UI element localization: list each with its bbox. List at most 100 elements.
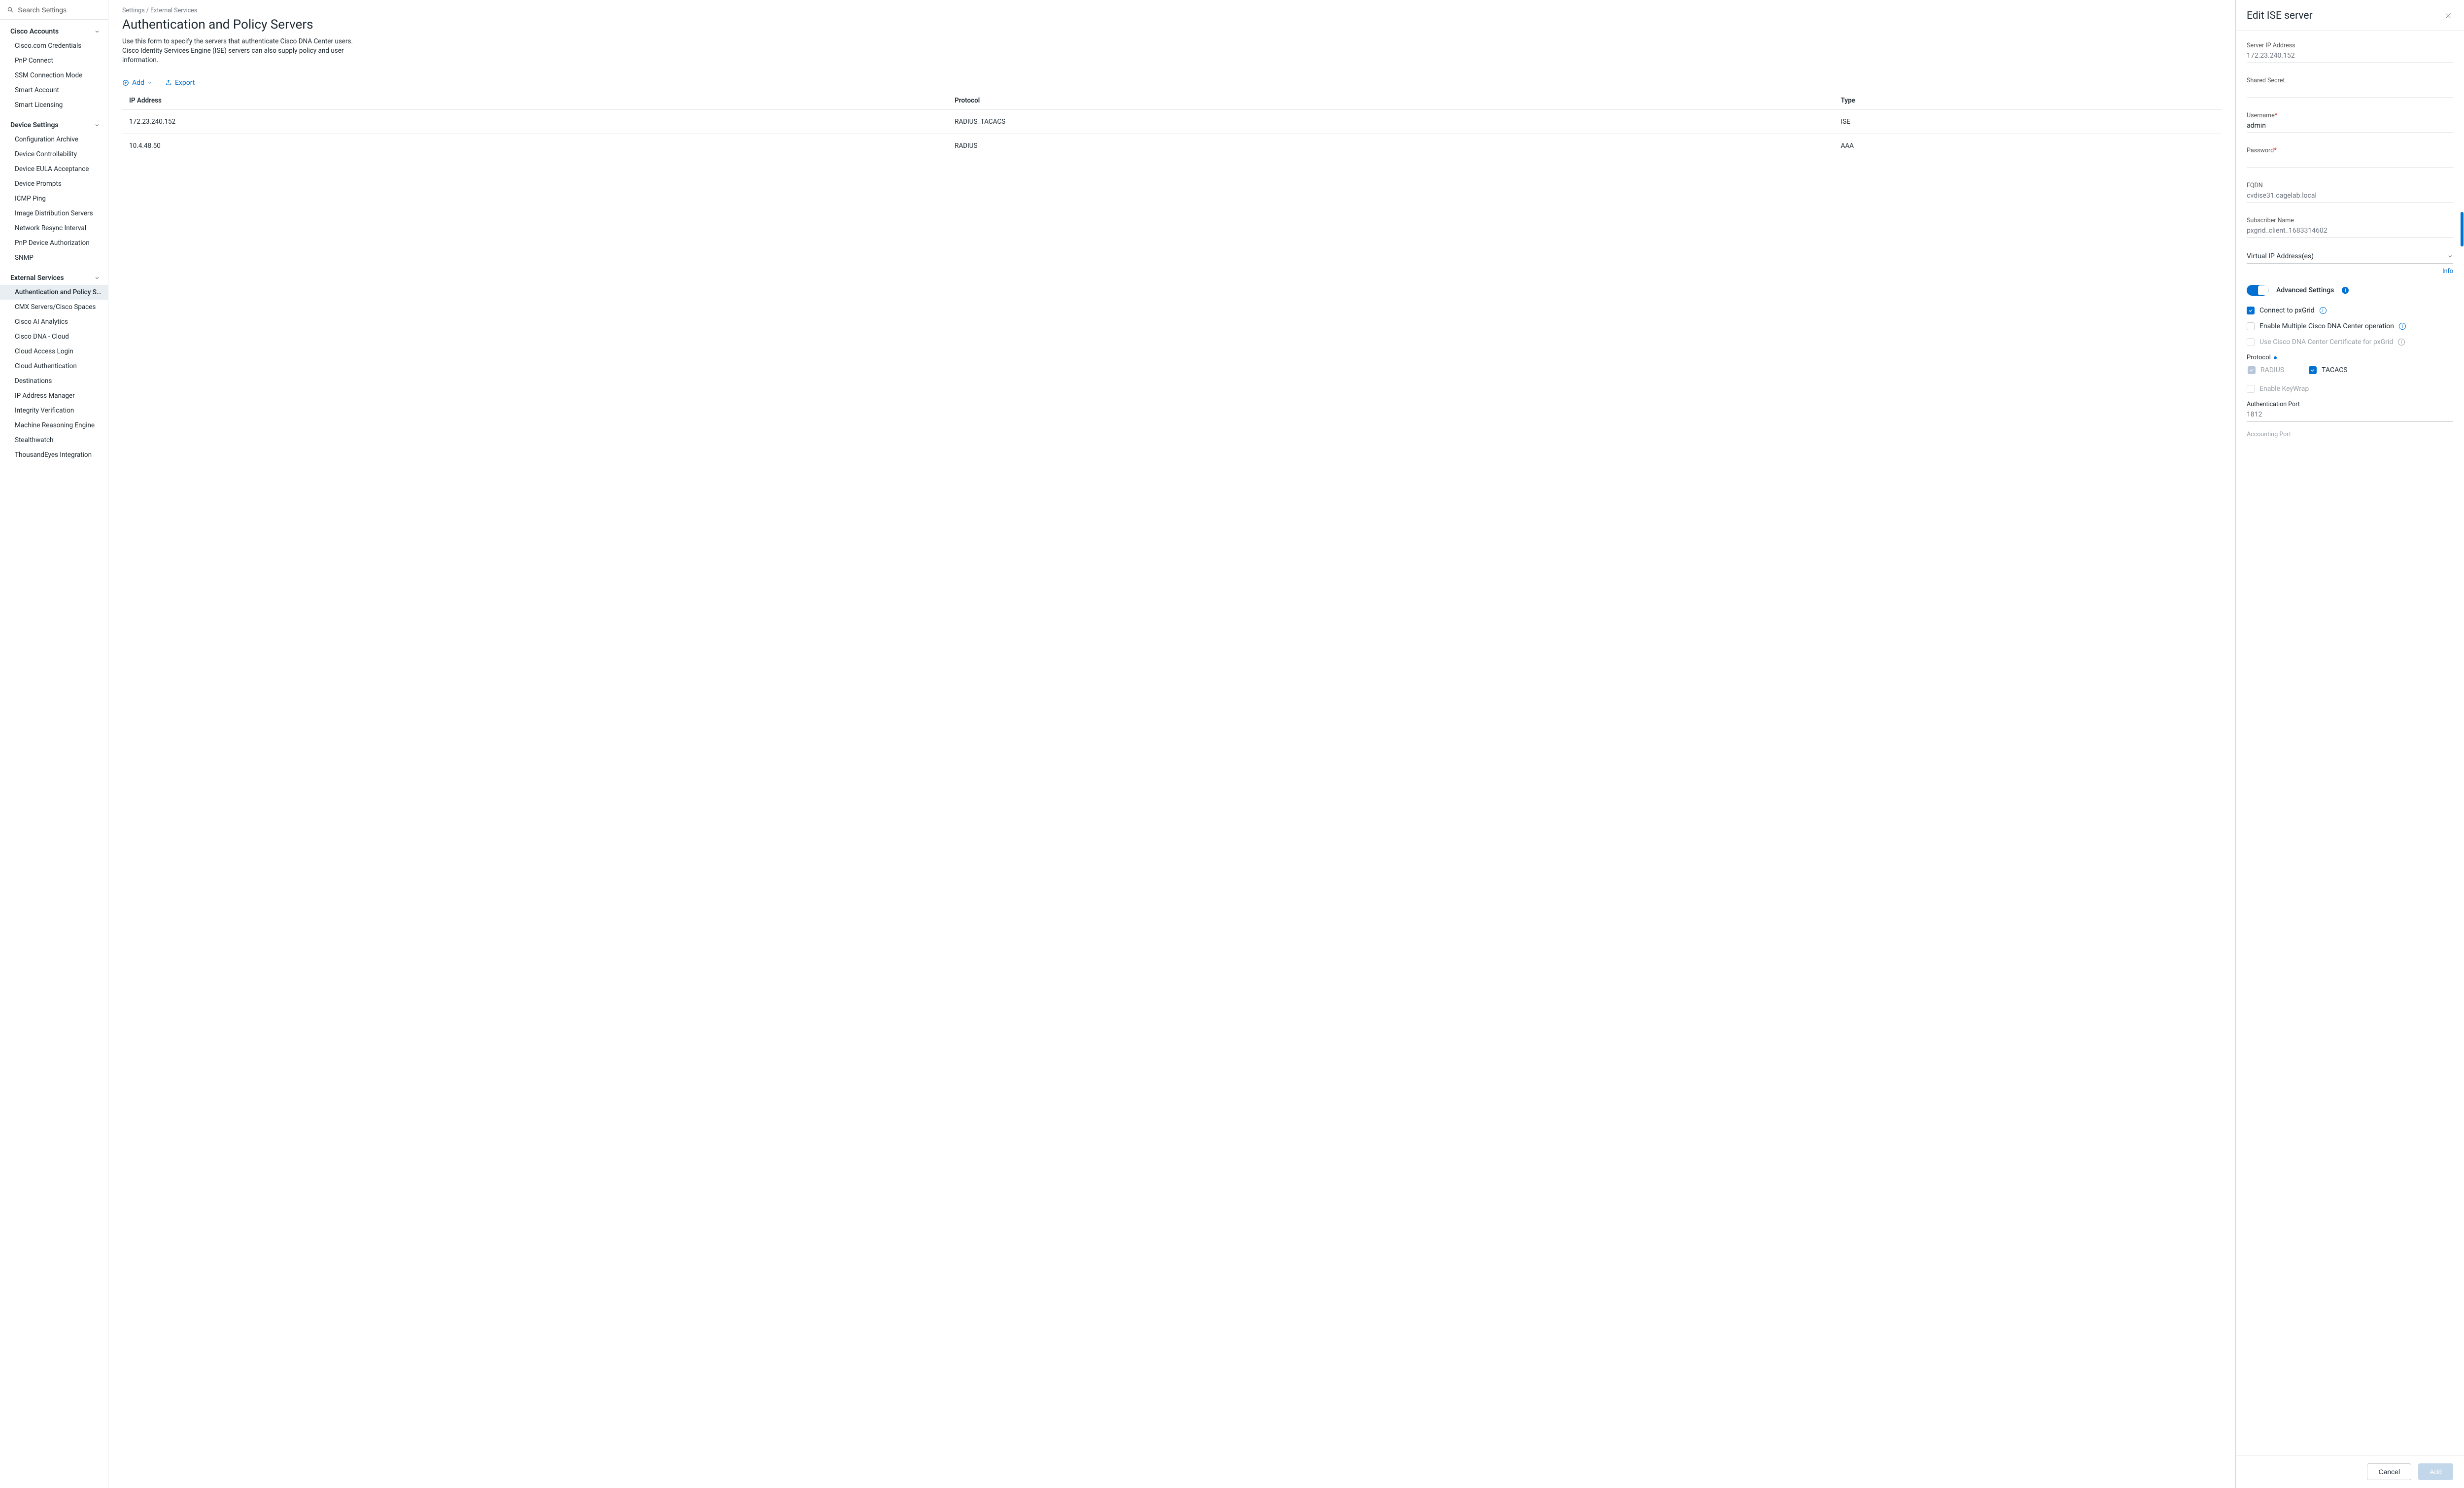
protocol-section-label: Protocol: [2247, 354, 2453, 361]
sidebar-item-icmp-ping[interactable]: ICMP Ping: [0, 191, 108, 206]
table-cell-protocol: RADIUS: [948, 134, 1834, 158]
field-value-server-ip: 172.23.240.152: [2247, 51, 2453, 63]
table-row[interactable]: 172.23.240.152 RADIUS_TACACS ISE: [122, 109, 2222, 134]
table-cell-ip: 10.4.48.50: [122, 134, 948, 158]
sidebar-item-ai-analytics[interactable]: Cisco AI Analytics: [0, 314, 108, 329]
add-label: Add: [132, 79, 144, 87]
sidebar-item-auth-policy-servers[interactable]: Authentication and Policy Serv...: [0, 285, 108, 300]
sidebar-item-image-distribution[interactable]: Image Distribution Servers: [0, 206, 108, 221]
sidebar-item-smart-account[interactable]: Smart Account: [0, 83, 108, 98]
sidebar-item-cloud-access-login[interactable]: Cloud Access Login: [0, 344, 108, 359]
info-icon[interactable]: i: [2399, 323, 2406, 330]
sidebar-item-destinations[interactable]: Destinations: [0, 374, 108, 388]
checkbox-use-cert: Use Cisco DNA Center Certificate for pxG…: [2247, 338, 2453, 346]
sidebar-item-stealthwatch[interactable]: Stealthwatch: [0, 433, 108, 448]
settings-sidebar: Cisco Accounts Cisco.com Credentials PnP…: [0, 0, 108, 1488]
sidebar-item-cmx-servers[interactable]: CMX Servers/Cisco Spaces: [0, 300, 108, 314]
breadcrumb-separator: /: [146, 7, 149, 14]
virtual-ip-label: Virtual IP Address(es): [2247, 252, 2314, 260]
sidebar-item-pnp-connect[interactable]: PnP Connect: [0, 53, 108, 68]
sidebar-item-device-controllability[interactable]: Device Controllability: [0, 147, 108, 162]
table-cell-protocol: RADIUS_TACACS: [948, 109, 1834, 134]
sidebar-item-smart-licensing[interactable]: Smart Licensing: [0, 98, 108, 112]
sidebar-item-config-archive[interactable]: Configuration Archive: [0, 132, 108, 147]
sidebar-item-integrity-verification[interactable]: Integrity Verification: [0, 403, 108, 418]
chevron-down-icon: [147, 80, 152, 85]
chevron-down-icon: [94, 275, 100, 281]
sidebar-item-machine-reasoning[interactable]: Machine Reasoning Engine: [0, 418, 108, 433]
sidebar-item-thousandeyes[interactable]: ThousandEyes Integration: [0, 448, 108, 462]
field-label-auth-port: Authentication Port: [2247, 401, 2453, 408]
field-label-acct-port: Accounting Port: [2247, 431, 2453, 438]
sidebar-item-pnp-device-auth[interactable]: PnP Device Authorization: [0, 236, 108, 250]
search-input[interactable]: [18, 6, 101, 14]
info-icon[interactable]: i: [2320, 307, 2327, 314]
sidebar-item-dna-cloud[interactable]: Cisco DNA - Cloud: [0, 329, 108, 344]
username-input[interactable]: admin: [2247, 121, 2453, 133]
table-header-ip[interactable]: IP Address: [122, 92, 948, 110]
checkbox-multi-dnac[interactable]: Enable Multiple Cisco DNA Center operati…: [2247, 322, 2453, 330]
table-header-protocol[interactable]: Protocol: [948, 92, 1834, 110]
table-cell-type: ISE: [1834, 109, 2222, 134]
sidebar-item-cloud-authentication[interactable]: Cloud Authentication: [0, 359, 108, 374]
cancel-button[interactable]: Cancel: [2367, 1463, 2411, 1480]
search-icon: [7, 6, 14, 14]
search-bar: [0, 0, 108, 20]
scrollbar-thumb[interactable]: [2461, 212, 2464, 246]
export-icon: [165, 79, 172, 86]
sidebar-item-ssm-connection[interactable]: SSM Connection Mode: [0, 68, 108, 83]
checkbox-icon: [2247, 385, 2255, 393]
sidebar-section-cisco-accounts[interactable]: Cisco Accounts: [0, 23, 108, 38]
checkbox-icon: [2247, 338, 2255, 346]
info-icon: i: [2398, 339, 2405, 346]
close-icon[interactable]: [2444, 12, 2452, 20]
servers-table: IP Address Protocol Type 172.23.240.152 …: [122, 92, 2222, 158]
breadcrumb-external-services[interactable]: External Services: [150, 7, 197, 14]
advanced-settings-label: Advanced Settings: [2276, 286, 2334, 294]
export-label: Export: [175, 79, 195, 87]
field-label-username: Username*: [2247, 112, 2453, 119]
sidebar-item-device-eula[interactable]: Device EULA Acceptance: [0, 162, 108, 176]
checkbox-tacacs[interactable]: TACACS: [2309, 366, 2347, 374]
info-link[interactable]: Info: [2247, 268, 2453, 275]
checkbox-keywrap: Enable KeyWrap: [2247, 385, 2453, 393]
field-value-auth-port: 1812: [2247, 410, 2453, 422]
sidebar-item-network-resync[interactable]: Network Resync Interval: [0, 221, 108, 236]
sidebar-item-snmp[interactable]: SNMP: [0, 250, 108, 265]
plus-circle-icon: [122, 79, 129, 86]
info-icon[interactable]: i: [2342, 287, 2349, 294]
table-cell-ip: 172.23.240.152: [122, 109, 948, 134]
password-input[interactable]: [2247, 156, 2453, 168]
sidebar-section-external-services[interactable]: External Services: [0, 269, 108, 285]
sidebar-item-device-prompts[interactable]: Device Prompts: [0, 176, 108, 191]
table-row[interactable]: 10.4.48.50 RADIUS AAA: [122, 134, 2222, 158]
sidebar-section-device-settings[interactable]: Device Settings: [0, 116, 108, 132]
page-description: Use this form to specify the servers tha…: [122, 37, 359, 65]
field-value-fqdn: cvdise31.cagelab.local: [2247, 191, 2453, 203]
field-label-subscriber: Subscriber Name: [2247, 217, 2453, 224]
field-value-subscriber: pxgrid_client_1683314602: [2247, 226, 2453, 238]
table-header-type[interactable]: Type: [1834, 92, 2222, 110]
checkbox-label: Connect to pxGrid: [2259, 307, 2315, 314]
advanced-settings-toggle[interactable]: [2247, 285, 2268, 296]
chevron-down-icon: [94, 122, 100, 128]
add-button[interactable]: Add: [2418, 1463, 2453, 1480]
breadcrumb-settings[interactable]: Settings: [122, 7, 145, 14]
field-label-shared-secret: Shared Secret: [2247, 77, 2453, 84]
field-label-fqdn: FQDN: [2247, 182, 2453, 189]
edit-ise-panel: Edit ISE server Server IP Address 172.23…: [2235, 0, 2464, 1488]
virtual-ip-dropdown[interactable]: Virtual IP Address(es): [2247, 252, 2453, 264]
chevron-down-icon: [94, 29, 100, 35]
panel-title: Edit ISE server: [2247, 10, 2313, 22]
add-button[interactable]: Add: [122, 79, 152, 87]
sidebar-item-cisco-credentials[interactable]: Cisco.com Credentials: [0, 38, 108, 53]
sidebar-item-ip-address-manager[interactable]: IP Address Manager: [0, 388, 108, 403]
checkbox-connect-pxgrid[interactable]: Connect to pxGrid i: [2247, 307, 2453, 314]
shared-secret-input[interactable]: [2247, 86, 2453, 98]
field-label-server-ip: Server IP Address: [2247, 42, 2453, 49]
chevron-down-icon: [2447, 253, 2453, 259]
main-content: Settings / External Services Authenticat…: [108, 0, 2235, 1488]
export-button[interactable]: Export: [165, 79, 195, 87]
checkbox-icon: [2247, 307, 2255, 314]
sidebar-section-label: External Services: [10, 274, 64, 282]
